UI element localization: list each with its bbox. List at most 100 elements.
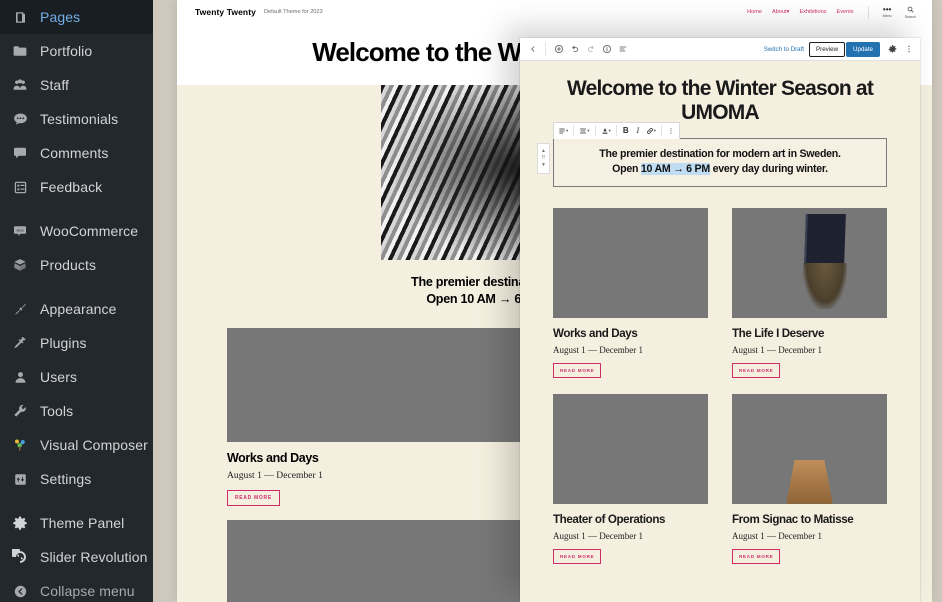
sidebar-item-label: Portfolio [40, 43, 93, 59]
chevron-down-icon[interactable]: ▾ [566, 128, 568, 134]
editor-card-date[interactable]: August 1 — December 1 [732, 531, 887, 541]
sidebar-item-feedback[interactable]: Feedback [0, 170, 153, 204]
sidebar-item-collapse-menu[interactable]: Collapse menu [0, 574, 153, 602]
hamburger-dots-icon: ••• [882, 4, 892, 14]
editor-card-title[interactable]: Theater of Operations [553, 513, 708, 526]
settings-icon [9, 469, 31, 489]
italic-icon[interactable]: I [632, 124, 644, 137]
preview-primary-nav: Home About▾ Exhibitions Events ••• Menu [747, 4, 916, 19]
editor-exhibition-grid: Works and Days August 1 — December 1 REA… [553, 207, 887, 564]
bold-icon[interactable]: B [620, 124, 632, 137]
chevron-left-icon[interactable] [525, 42, 540, 57]
editor-card-read-more[interactable]: READ MORE [732, 548, 781, 564]
menu-toggle-button[interactable]: ••• Menu [882, 4, 892, 19]
menu-toggle-label: Menu [882, 13, 892, 18]
list-view-icon[interactable] [615, 42, 630, 57]
sidebar-item-pages[interactable]: Pages [0, 0, 153, 34]
nav-link-about[interactable]: About▾ [772, 9, 789, 15]
sidebar-item-testimonials[interactable]: Testimonials [0, 102, 153, 136]
paragraph-line-1: The premier destination for modern art i… [599, 147, 841, 160]
screen-root: Pages Portfolio Staff Testimonials Comme… [0, 0, 942, 602]
update-button[interactable]: Update [846, 41, 880, 57]
editor-card-title[interactable]: Works and Days [553, 327, 708, 340]
toolbar-divider [545, 42, 546, 56]
block-editor-window: Switch to Draft Preview Update Welcome t… [520, 38, 920, 602]
arrow-up-icon[interactable]: ▲ [541, 148, 546, 154]
chevron-down-icon[interactable]: ▾ [587, 128, 589, 134]
preview-button[interactable]: Preview [809, 41, 846, 57]
sidebar-item-label: Products [40, 257, 97, 273]
selected-paragraph-block[interactable]: ▾ ▾ ▾ B I ▾ ▲ ⠿ ▼ The premier destinatio… [537, 121, 887, 187]
editor-card-read-more[interactable]: READ MORE [732, 362, 781, 378]
arrow-down-icon[interactable]: ▼ [541, 162, 546, 168]
users-icon [9, 367, 31, 387]
editor-card[interactable]: The Life I Deserve August 1 — December 1… [732, 207, 887, 378]
drag-handle-icon[interactable]: ⠿ [542, 155, 546, 161]
svg-text:woo: woo [16, 228, 24, 232]
search-toggle-label: Search [904, 14, 916, 19]
paragraph-line-2: Open 10 AM → 6 PM every day during winte… [560, 162, 880, 177]
sidebar-item-products[interactable]: Products [0, 248, 153, 282]
comments-icon [9, 143, 31, 163]
chevron-down-icon[interactable]: ▾ [609, 128, 611, 134]
sidebar-item-theme-panel[interactable]: Theme Panel [0, 506, 153, 540]
sidebar-item-woocommerce[interactable]: woo WooCommerce [0, 214, 153, 248]
nav-link-exhibitions[interactable]: Exhibitions [799, 9, 826, 15]
editor-card-title[interactable]: The Life I Deserve [732, 327, 887, 340]
feedback-icon [9, 177, 31, 197]
info-icon[interactable] [599, 42, 614, 57]
sidebar-item-settings[interactable]: Settings [0, 462, 153, 496]
sidebar-item-slider-revolution[interactable]: Slider Revolution [0, 540, 153, 574]
editor-card-title[interactable]: From Signac to Matisse [732, 513, 887, 526]
nav-link-events[interactable]: Events [837, 9, 854, 15]
editor-card[interactable]: Works and Days August 1 — December 1 REA… [553, 207, 708, 378]
editor-card-read-more[interactable]: READ MORE [553, 548, 602, 564]
sidebar-item-plugins[interactable]: Plugins [0, 326, 153, 360]
editor-card-image[interactable] [553, 393, 708, 504]
editor-heading-block[interactable]: Welcome to the Winter Season at UMOMA [553, 77, 887, 126]
redo-icon[interactable] [583, 42, 598, 57]
undo-icon[interactable] [567, 42, 582, 57]
editor-card-image[interactable] [732, 207, 887, 318]
add-block-icon[interactable] [551, 42, 566, 57]
chevron-down-icon[interactable]: ▾ [654, 128, 656, 134]
block-options-icon[interactable] [665, 124, 677, 137]
block-mover-handle[interactable]: ▲ ⠿ ▼ [537, 142, 550, 174]
editor-card-date[interactable]: August 1 — December 1 [732, 345, 887, 355]
editor-canvas[interactable]: Welcome to the Winter Season at UMOMA ▾ … [520, 61, 920, 602]
nav-icon-group: ••• Menu Search [882, 4, 916, 19]
preview-site-title[interactable]: Twenty Twenty [195, 7, 256, 17]
nav-link-home[interactable]: Home [747, 9, 762, 15]
editor-card-read-more[interactable]: READ MORE [553, 362, 602, 378]
chevron-down-icon: ▾ [786, 9, 790, 15]
preview-card[interactable]: Works and Days August 1 — December 1 REA… [227, 328, 542, 507]
testimonials-icon [9, 109, 31, 129]
sidebar-item-appearance[interactable]: Appearance [0, 292, 153, 326]
gear-icon[interactable] [885, 42, 900, 57]
sidebar-item-label: Plugins [40, 335, 87, 351]
nav-link-about-label: About [772, 9, 787, 15]
preview-card-title: Works and Days [227, 451, 319, 466]
sidebar-item-visual-composer[interactable]: Visual Composer [0, 428, 153, 462]
editor-card-image[interactable] [732, 393, 887, 504]
sidebar-item-label: Testimonials [40, 111, 119, 127]
editor-card[interactable]: Theater of Operations August 1 — Decembe… [553, 393, 708, 564]
sidebar-item-portfolio[interactable]: Portfolio [0, 34, 153, 68]
preview-card-read-more[interactable]: READ MORE [227, 490, 280, 507]
editor-card-date[interactable]: August 1 — December 1 [553, 345, 708, 355]
sidebar-item-label: Appearance [40, 301, 117, 317]
sidebar-item-tools[interactable]: Tools [0, 394, 153, 428]
preview-card[interactable]: Theater of Operations August 1 — Decembe… [227, 520, 542, 602]
sidebar-item-users[interactable]: Users [0, 360, 153, 394]
more-options-icon[interactable] [901, 42, 916, 57]
sidebar-item-label: Feedback [40, 179, 103, 195]
nav-divider [867, 5, 869, 19]
editor-card[interactable]: From Signac to Matisse August 1 — Decemb… [732, 393, 887, 564]
editor-card-date[interactable]: August 1 — December 1 [553, 531, 708, 541]
sidebar-item-staff[interactable]: Staff [0, 68, 153, 102]
switch-to-draft-button[interactable]: Switch to Draft [760, 46, 808, 53]
tools-icon [9, 401, 31, 421]
sidebar-item-comments[interactable]: Comments [0, 136, 153, 170]
search-toggle-button[interactable]: Search [905, 6, 916, 19]
editor-card-image[interactable] [553, 207, 708, 318]
